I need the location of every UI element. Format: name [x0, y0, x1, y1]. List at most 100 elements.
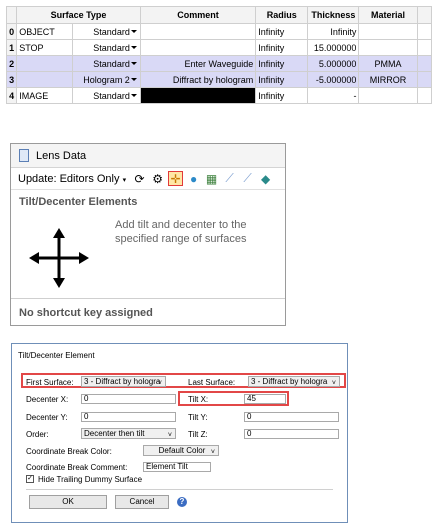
surface-name-cell[interactable]: STOP	[16, 39, 74, 56]
table-row[interactable]: 2 Standard Enter Waveguide Infinity 5.00…	[5, 55, 433, 72]
order-value: Decenter then tilt	[84, 429, 145, 438]
radius-cell[interactable]: Infinity	[255, 23, 309, 40]
header-radius: Radius	[255, 6, 309, 24]
surface-name-cell[interactable]	[16, 71, 74, 88]
surface-type-dropdown[interactable]: Standard	[72, 55, 141, 72]
cb-comment-input[interactable]: Element Tilt	[143, 462, 211, 472]
refresh-icon[interactable]: ⟳	[132, 171, 147, 186]
hide-trailing-label: Hide Trailing Dummy Surface	[38, 475, 143, 484]
surface-type-dropdown[interactable]: Standard	[72, 87, 141, 104]
sphere-icon[interactable]: ●	[186, 171, 201, 186]
surface-type-dropdown[interactable]: Standard	[72, 23, 141, 40]
chevron-down-icon: ˅	[167, 432, 172, 439]
chevron-down-icon	[130, 30, 137, 33]
thickness-cell[interactable]: -5.000000	[307, 71, 360, 88]
table-header-row: Surface Type Comment Radius Thickness Ma…	[5, 6, 433, 24]
hide-trailing-checkbox[interactable]: ✓	[26, 475, 34, 483]
row-number: 1	[5, 39, 18, 56]
tilt-z-label: Tilt Z:	[188, 430, 208, 439]
comment-cell[interactable]: Enter Waveguide	[139, 55, 257, 72]
surface-name-cell[interactable]: OBJECT	[16, 23, 74, 40]
material-cell[interactable]	[358, 87, 418, 104]
radius-cell[interactable]: Infinity	[255, 87, 309, 104]
tilt-y-input[interactable]: 0	[244, 412, 339, 422]
decenter-y-input[interactable]: 0	[81, 412, 176, 422]
thickness-cell[interactable]: -	[307, 87, 360, 104]
chevron-down-icon: ▾	[122, 176, 127, 184]
radius-cell[interactable]: Infinity	[255, 39, 309, 56]
tilt-x-input[interactable]: 45	[244, 394, 286, 404]
surface-name-cell[interactable]: IMAGE	[16, 87, 74, 104]
table-row[interactable]: 4 IMAGE Standard Infinity -	[5, 87, 433, 104]
row-number: 2	[5, 55, 18, 72]
comment-cell[interactable]	[139, 23, 257, 40]
surface-type-dropdown[interactable]: Hologram 2	[72, 71, 141, 88]
document-icon	[19, 149, 29, 162]
ray-icon[interactable]: ⟋	[222, 171, 237, 186]
lens-data-toolbar: Update: Editors Only ▾ ⟳ ⚙ ✛ ● ▦ ⟋ ⟋ ◆	[11, 168, 285, 190]
extra-cell[interactable]	[416, 23, 433, 40]
cb-color-label: Coordinate Break Color:	[26, 447, 112, 456]
row-number: 4	[5, 87, 18, 104]
last-surface-value: 3 - Diffract by hologra	[251, 377, 328, 386]
lens-data-title-bar[interactable]: Lens Data	[11, 144, 285, 168]
ray-split-icon[interactable]: ⟋	[240, 171, 255, 186]
decenter-x-label: Decenter X:	[26, 395, 69, 404]
tilt-x-label: Tilt X:	[188, 395, 209, 404]
thickness-cell[interactable]: 15.000000	[307, 39, 360, 56]
material-cell[interactable]: MIRROR	[358, 71, 418, 88]
table-row[interactable]: 0 OBJECT Standard Infinity Infinity	[5, 23, 433, 40]
update-mode-dropdown[interactable]: Update: Editors Only ▾	[18, 173, 126, 185]
extra-cell[interactable]	[416, 39, 433, 56]
decenter-x-input[interactable]: 0	[81, 394, 176, 404]
order-select[interactable]: Decenter then tilt ˅	[81, 428, 176, 439]
first-surface-select[interactable]: 3 - Diffract by hologra ˅	[81, 376, 166, 387]
comment-cell[interactable]: Diffract by hologram	[139, 71, 257, 88]
tooltip-description: Add tilt and decenter to the specified r…	[115, 219, 247, 245]
help-icon[interactable]: ?	[177, 497, 187, 507]
extra-cell[interactable]	[416, 71, 433, 88]
surface-type-label: Standard	[93, 42, 130, 53]
table-row[interactable]: 3 Hologram 2 Diffract by hologram Infini…	[5, 71, 433, 88]
order-label: Order:	[26, 430, 49, 439]
radius-cell[interactable]: Infinity	[255, 71, 309, 88]
four-way-arrow-icon	[29, 228, 89, 288]
material-cell[interactable]	[358, 23, 418, 40]
surface-type-label: Standard	[93, 58, 130, 69]
radius-cell[interactable]: Infinity	[255, 55, 309, 72]
diamond-icon[interactable]: ◆	[258, 171, 273, 186]
tooltip-footer: No shortcut key assigned	[11, 298, 285, 325]
extra-cell[interactable]	[416, 55, 433, 72]
material-cell[interactable]	[358, 39, 418, 56]
cb-color-value: Default Color	[158, 446, 206, 455]
chevron-down-icon	[130, 62, 137, 65]
redacted-comment-cell	[139, 87, 257, 104]
thickness-cell[interactable]: Infinity	[307, 23, 360, 40]
surface-name-cell[interactable]	[16, 55, 74, 72]
tilt-z-input[interactable]: 0	[244, 429, 339, 439]
thickness-cell[interactable]: 5.000000	[307, 55, 360, 72]
row-number: 0	[5, 23, 18, 40]
tooltip-heading: Tilt/Decenter Elements	[19, 196, 138, 208]
material-cell[interactable]: PMMA	[358, 55, 418, 72]
surface-type-dropdown[interactable]: Standard	[72, 39, 141, 56]
header-surface-type: Surface Type	[16, 6, 141, 24]
cb-comment-label: Coordinate Break Comment:	[26, 463, 128, 472]
last-surface-select[interactable]: 3 - Diffract by hologra ˅	[248, 376, 340, 387]
table-row[interactable]: 1 STOP Standard Infinity 15.000000	[5, 39, 433, 56]
cb-color-select[interactable]: Default Color ˅	[143, 445, 219, 456]
surface-table: Surface Type Comment Radius Thickness Ma…	[5, 6, 433, 113]
comment-cell[interactable]	[139, 39, 257, 56]
chevron-down-icon	[130, 78, 137, 81]
surface-type-label: Standard	[93, 90, 130, 101]
extra-cell[interactable]	[416, 87, 433, 104]
grid-icon[interactable]: ▦	[204, 171, 219, 186]
ok-button[interactable]: OK	[29, 495, 107, 509]
cancel-button[interactable]: Cancel	[115, 495, 169, 509]
settings-icon[interactable]: ⚙	[150, 171, 165, 186]
tilt-decenter-icon[interactable]: ✛	[168, 171, 184, 186]
header-extra	[416, 6, 433, 24]
header-rownum	[5, 6, 18, 24]
lens-data-title: Lens Data	[36, 149, 87, 162]
first-surface-label: First Surface:	[26, 378, 74, 387]
